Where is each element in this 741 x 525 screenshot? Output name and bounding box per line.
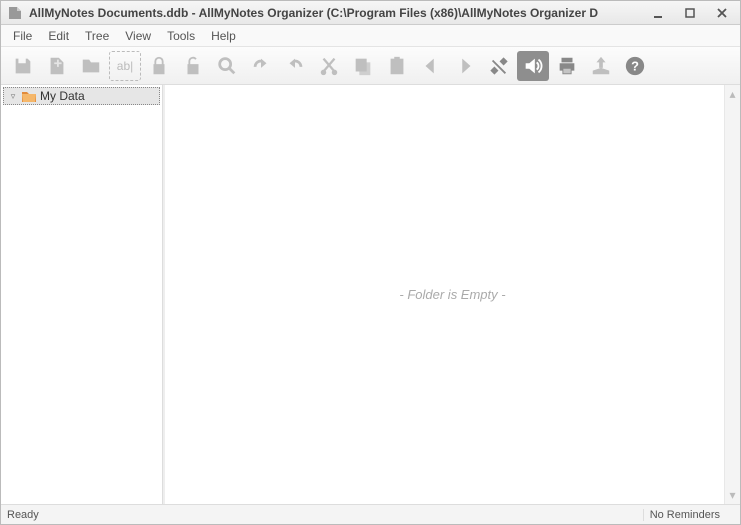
new-note-button[interactable] (41, 51, 73, 81)
settings-button[interactable] (483, 51, 515, 81)
toolbar: ab| ? (1, 47, 740, 85)
menubar: File Edit Tree View Tools Help (1, 25, 740, 47)
undo-icon (250, 55, 272, 77)
titlebar: AllMyNotes Documents.ddb - AllMyNotes Or… (1, 1, 740, 25)
back-button[interactable] (415, 51, 447, 81)
menu-edit[interactable]: Edit (40, 27, 77, 45)
rename-icon: ab| (117, 59, 133, 73)
settings-icon (488, 55, 510, 77)
find-button[interactable] (211, 51, 243, 81)
svg-text:?: ? (631, 58, 639, 73)
scroll-up-icon[interactable]: ▴ (729, 87, 735, 101)
sound-button[interactable] (517, 51, 549, 81)
find-icon (216, 55, 238, 77)
tree-root-label: My Data (40, 89, 85, 103)
status-right: No Reminders (643, 509, 740, 521)
print-icon (556, 55, 578, 77)
undo-button[interactable] (245, 51, 277, 81)
help-button[interactable]: ? (619, 51, 651, 81)
save-button[interactable] (7, 51, 39, 81)
menu-tree[interactable]: Tree (77, 27, 117, 45)
menu-tools[interactable]: Tools (159, 27, 203, 45)
window-title: AllMyNotes Documents.ddb - AllMyNotes Or… (29, 6, 644, 20)
forward-button[interactable] (449, 51, 481, 81)
menu-file[interactable]: File (5, 27, 40, 45)
menu-view[interactable]: View (117, 27, 159, 45)
close-button[interactable] (708, 4, 736, 22)
redo-button[interactable] (279, 51, 311, 81)
copy-button[interactable] (347, 51, 379, 81)
new-folder-button[interactable] (75, 51, 107, 81)
cut-icon (318, 55, 340, 77)
vertical-scrollbar[interactable]: ▴ ▾ (724, 85, 740, 504)
lock-button[interactable] (143, 51, 175, 81)
unlock-button[interactable] (177, 51, 209, 81)
tree-root-icon (22, 90, 36, 102)
unlock-icon (182, 55, 204, 77)
tree-toggle-icon[interactable]: ▿ (8, 91, 18, 102)
save-icon (12, 55, 34, 77)
content-pane: - Folder is Empty - ▴ ▾ (163, 85, 740, 504)
app-icon (7, 5, 23, 21)
copy-icon (352, 55, 374, 77)
sound-icon (522, 55, 544, 77)
help-icon: ? (624, 55, 646, 77)
new-note-icon (46, 55, 68, 77)
new-folder-icon (80, 55, 102, 77)
back-icon (420, 55, 442, 77)
maximize-button[interactable] (676, 4, 704, 22)
scroll-down-icon[interactable]: ▾ (729, 488, 735, 502)
paste-icon (386, 55, 408, 77)
minimize-button[interactable] (644, 4, 672, 22)
forward-icon (454, 55, 476, 77)
print-button[interactable] (551, 51, 583, 81)
paste-button[interactable] (381, 51, 413, 81)
main-area: ▿ My Data - Folder is Empty - ▴ ▾ (1, 85, 740, 504)
cut-button[interactable] (313, 51, 345, 81)
empty-folder-message: - Folder is Empty - (399, 287, 505, 302)
statusbar: Ready No Reminders (1, 504, 740, 524)
export-icon (590, 55, 612, 77)
rename-button[interactable]: ab| (109, 51, 141, 81)
menu-help[interactable]: Help (203, 27, 244, 45)
redo-icon (284, 55, 306, 77)
tree-root-item[interactable]: ▿ My Data (3, 87, 160, 105)
tree-pane[interactable]: ▿ My Data (1, 85, 163, 504)
export-button[interactable] (585, 51, 617, 81)
status-left: Ready (1, 509, 643, 521)
lock-icon (148, 55, 170, 77)
